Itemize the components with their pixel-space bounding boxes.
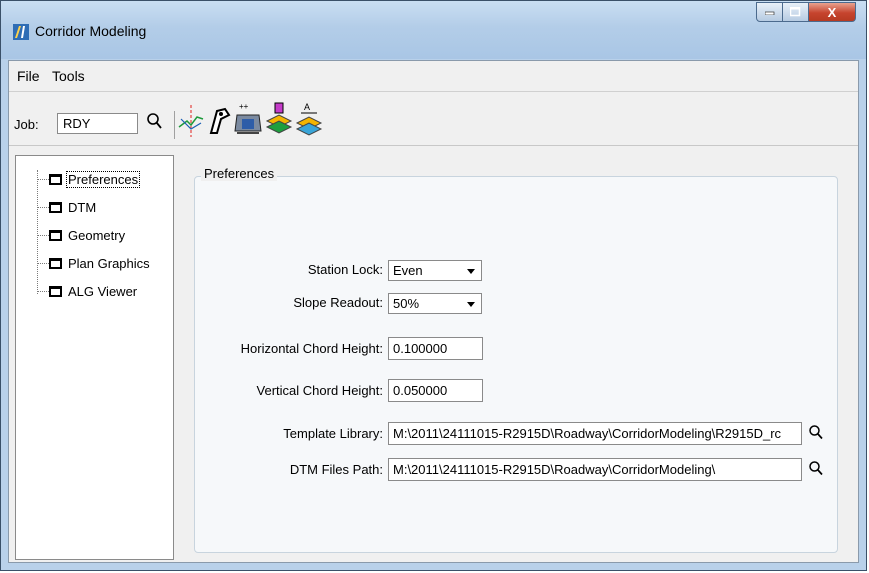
title-bar[interactable]: Corridor Modeling X [1,1,866,59]
preferences-group-title: Preferences [201,166,278,181]
toolbar-separator [174,111,175,139]
browse-dtm-files-path-search-icon[interactable] [808,460,824,476]
tree-branch [37,262,49,264]
roadway-icon[interactable]: ++ [233,101,263,137]
corridor-modeling-app-icon [13,24,29,40]
job-input[interactable] [57,113,138,134]
window-icon [49,257,62,269]
window-icon [49,229,62,241]
vertical-chord-height-input[interactable] [388,379,483,402]
window-icon [49,201,62,213]
tree-item-dtm[interactable]: DTM [37,197,98,217]
station-lock-label: Station Lock: [307,262,383,277]
tree-item-geometry[interactable]: Geometry [37,225,127,245]
window-icon [49,285,62,297]
create-surface-icon[interactable] [265,101,293,137]
station-lock-value: Even [393,263,423,278]
menu-bar: File Tools [9,61,858,92]
search-icon[interactable] [145,111,165,131]
template-library-label: Template Library: [283,426,383,441]
job-label: Job: [14,117,39,132]
slope-readout-dropdown[interactable]: 50% [388,293,482,314]
tree-item-label: Geometry [68,227,126,243]
maximize-button[interactable] [783,2,809,22]
vertical-chord-height-label: Vertical Chord Height: [256,383,383,398]
dropdown-arrow-icon [467,269,475,274]
horizontal-chord-height-input[interactable] [388,337,483,360]
slope-readout-value: 50% [393,296,420,311]
close-icon: X [827,4,837,20]
tree-item-label: Plan Graphics [68,255,150,271]
menu-tools[interactable]: Tools [52,68,85,84]
tree-item-label: ALG Viewer [68,283,138,299]
window-title: Corridor Modeling [35,23,147,39]
tree-item-plan-graphics[interactable]: Plan Graphics [37,253,152,273]
preferences-group [194,176,838,553]
design-stage-icon[interactable]: A [295,101,323,137]
tree-item-label: DTM [68,199,97,215]
client-area: File Tools Job: ++ [8,60,859,563]
tree-item-alg-viewer[interactable]: ALG Viewer [37,281,139,301]
maximize-icon [790,7,801,17]
dtm-files-path-input[interactable] [388,458,802,481]
window-icon [49,173,62,185]
template-library-input[interactable] [388,422,802,445]
template-tool-icon[interactable] [207,105,231,135]
slope-readout-label: Slope Readout: [293,295,383,310]
minimize-icon [764,11,774,15]
dtm-files-path-label: DTM Files Path: [289,462,383,477]
corridor-modeling-window: Corridor Modeling X File Tools Job: RDY … [0,0,867,571]
menu-file[interactable]: File [17,68,40,84]
tree-item-label: Preferences [66,170,141,188]
navigation-tree: Preferences DTM Geometry Plan Graphics A [15,155,174,560]
alignment-icon[interactable] [177,105,205,137]
tree-item-preferences[interactable]: Preferences [37,169,141,189]
svg-text:++: ++ [239,102,249,111]
tree-branch [37,234,49,236]
tree-branch [37,290,49,292]
minimize-button[interactable] [756,2,783,22]
tree-branch [37,178,49,180]
toolbar: Job: ++ [9,91,858,146]
close-button[interactable]: X [809,2,856,22]
horizontal-chord-height-label: Horizontal Chord Height: [240,341,383,356]
station-lock-dropdown[interactable]: Even [388,260,482,281]
tree-branch [37,206,49,208]
browse-template-library-search-icon[interactable] [808,424,824,440]
svg-text:A: A [304,102,310,112]
dropdown-arrow-icon [467,302,475,307]
